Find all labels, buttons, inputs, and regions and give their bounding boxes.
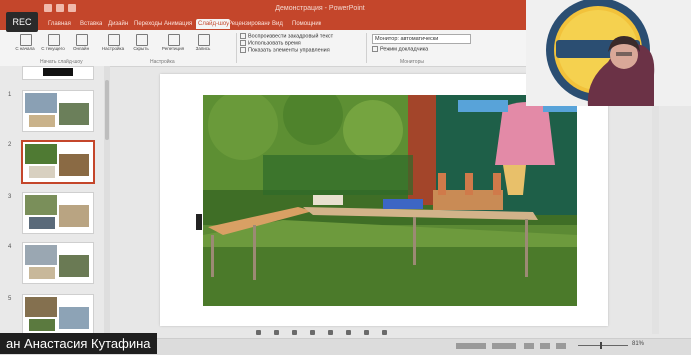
tab-6[interactable]: Слайд-шоу xyxy=(196,19,230,29)
slide-photo[interactable] xyxy=(203,95,577,306)
ribbon-button-label: Запись xyxy=(195,46,211,51)
checkbox-timings[interactable]: Использовать время xyxy=(240,40,364,47)
redo-icon[interactable] xyxy=(68,4,76,12)
tab-5[interactable]: Анимация xyxy=(164,19,192,29)
group-label-start: Начать слайд-шоу xyxy=(40,59,83,65)
ribbon-button-1[interactable]: С текущего xyxy=(40,33,66,59)
slide-nav-dot[interactable] xyxy=(274,330,279,335)
recording-indicator: REC xyxy=(6,12,38,32)
zoom-level[interactable]: 81% xyxy=(632,341,644,347)
ribbon-button-label: Репетиция xyxy=(161,46,185,51)
slide-navigation-dots xyxy=(256,330,396,338)
ribbon-button-icon xyxy=(168,34,180,46)
group-separator xyxy=(236,33,237,63)
thumbnail-number: 1 xyxy=(8,92,12,98)
group-separator xyxy=(366,33,367,63)
slide-nav-dot[interactable] xyxy=(292,330,297,335)
ribbon-button-6[interactable]: Запись xyxy=(190,33,216,59)
group-label-monitors: Мониторы xyxy=(400,59,424,65)
thumbnail-number: 3 xyxy=(8,194,12,200)
ribbon-button-0[interactable]: С начала xyxy=(12,33,38,59)
webcam-overlay xyxy=(526,0,691,106)
ribbon-button-label: С начала xyxy=(15,46,35,51)
slide-thumbnail[interactable] xyxy=(22,294,94,336)
ribbon-button-label: Скрыть xyxy=(133,46,149,51)
checkbox-list: Воспроизвести закадровый текст Использов… xyxy=(240,33,364,54)
slide-nav-dot[interactable] xyxy=(346,330,351,335)
tab-2[interactable]: Вставка xyxy=(80,19,102,29)
thumbnail-number: 2 xyxy=(8,142,12,148)
presenter-view-checkbox[interactable]: Режим докладчика xyxy=(372,46,462,53)
window-title: Демонстрация - PowerPoint xyxy=(275,5,365,12)
tab-7[interactable]: Рецензирование xyxy=(228,19,270,29)
slide-nav-dot[interactable] xyxy=(382,330,387,335)
undo-icon[interactable] xyxy=(56,4,64,12)
slide-thumbnail[interactable] xyxy=(22,242,94,284)
comments-button[interactable] xyxy=(492,343,516,349)
ribbon-button-3[interactable]: Настройка xyxy=(100,33,126,59)
slide-nav-dot[interactable] xyxy=(328,330,333,335)
slide-thumbnail[interactable] xyxy=(21,140,95,184)
slide-nav-dot[interactable] xyxy=(256,330,261,335)
checkbox-controls[interactable]: Показать элементы управления xyxy=(240,47,364,54)
slide-nav-dot[interactable] xyxy=(364,330,369,335)
checkbox-voiceover[interactable]: Воспроизвести закадровый текст xyxy=(240,33,364,40)
tab-8[interactable]: Вид xyxy=(272,19,283,29)
slide-thumbnail[interactable] xyxy=(22,90,94,132)
ribbon-button-icon xyxy=(20,34,32,46)
save-icon[interactable] xyxy=(44,4,52,12)
thumbnail-number: 5 xyxy=(8,296,12,302)
ribbon-button-icon xyxy=(198,34,210,46)
slide-thumbnail-partial[interactable] xyxy=(22,66,94,80)
ribbon-button-icon xyxy=(136,34,148,46)
ribbon-button-label: Онлайн xyxy=(72,46,90,51)
tab-3[interactable]: Дизайн xyxy=(108,19,128,29)
ribbon-button-2[interactable]: Онлайн xyxy=(68,33,94,59)
tab-4[interactable]: Переходы xyxy=(134,19,162,29)
normal-view-icon[interactable] xyxy=(524,343,534,349)
ribbon-button-5[interactable]: Репетиция xyxy=(160,33,186,59)
sorter-view-icon[interactable] xyxy=(540,343,550,349)
slide-vertical-scrollbar[interactable] xyxy=(652,66,659,334)
ribbon-button-icon xyxy=(108,34,120,46)
ribbon-button-icon xyxy=(76,34,88,46)
scrollbar-thumb[interactable] xyxy=(105,80,109,140)
tab-9[interactable]: Помощник xyxy=(292,19,321,29)
text-cursor-marker xyxy=(196,214,202,230)
reading-view-icon[interactable] xyxy=(556,343,566,349)
tab-1[interactable]: Главная xyxy=(48,19,71,29)
notes-button[interactable] xyxy=(456,343,486,349)
outdoor-table-photo xyxy=(203,95,577,306)
ribbon-button-label: Настройка xyxy=(101,46,125,51)
slide-nav-dot[interactable] xyxy=(310,330,315,335)
group-label-setup: Настройка xyxy=(150,59,175,65)
webcam-feed xyxy=(526,0,691,106)
monitor-select[interactable]: Монитор: автоматически xyxy=(372,34,471,44)
slide-thumbnail[interactable] xyxy=(22,192,94,234)
ribbon-button-4[interactable]: Скрыть xyxy=(128,33,154,59)
ribbon-button-icon xyxy=(48,34,60,46)
participant-name-caption: ан Анастасия Кутафина xyxy=(0,333,157,354)
ribbon-button-label: С текущего xyxy=(41,46,65,51)
zoom-slider[interactable] xyxy=(578,341,628,351)
thumbnail-number: 4 xyxy=(8,244,12,250)
